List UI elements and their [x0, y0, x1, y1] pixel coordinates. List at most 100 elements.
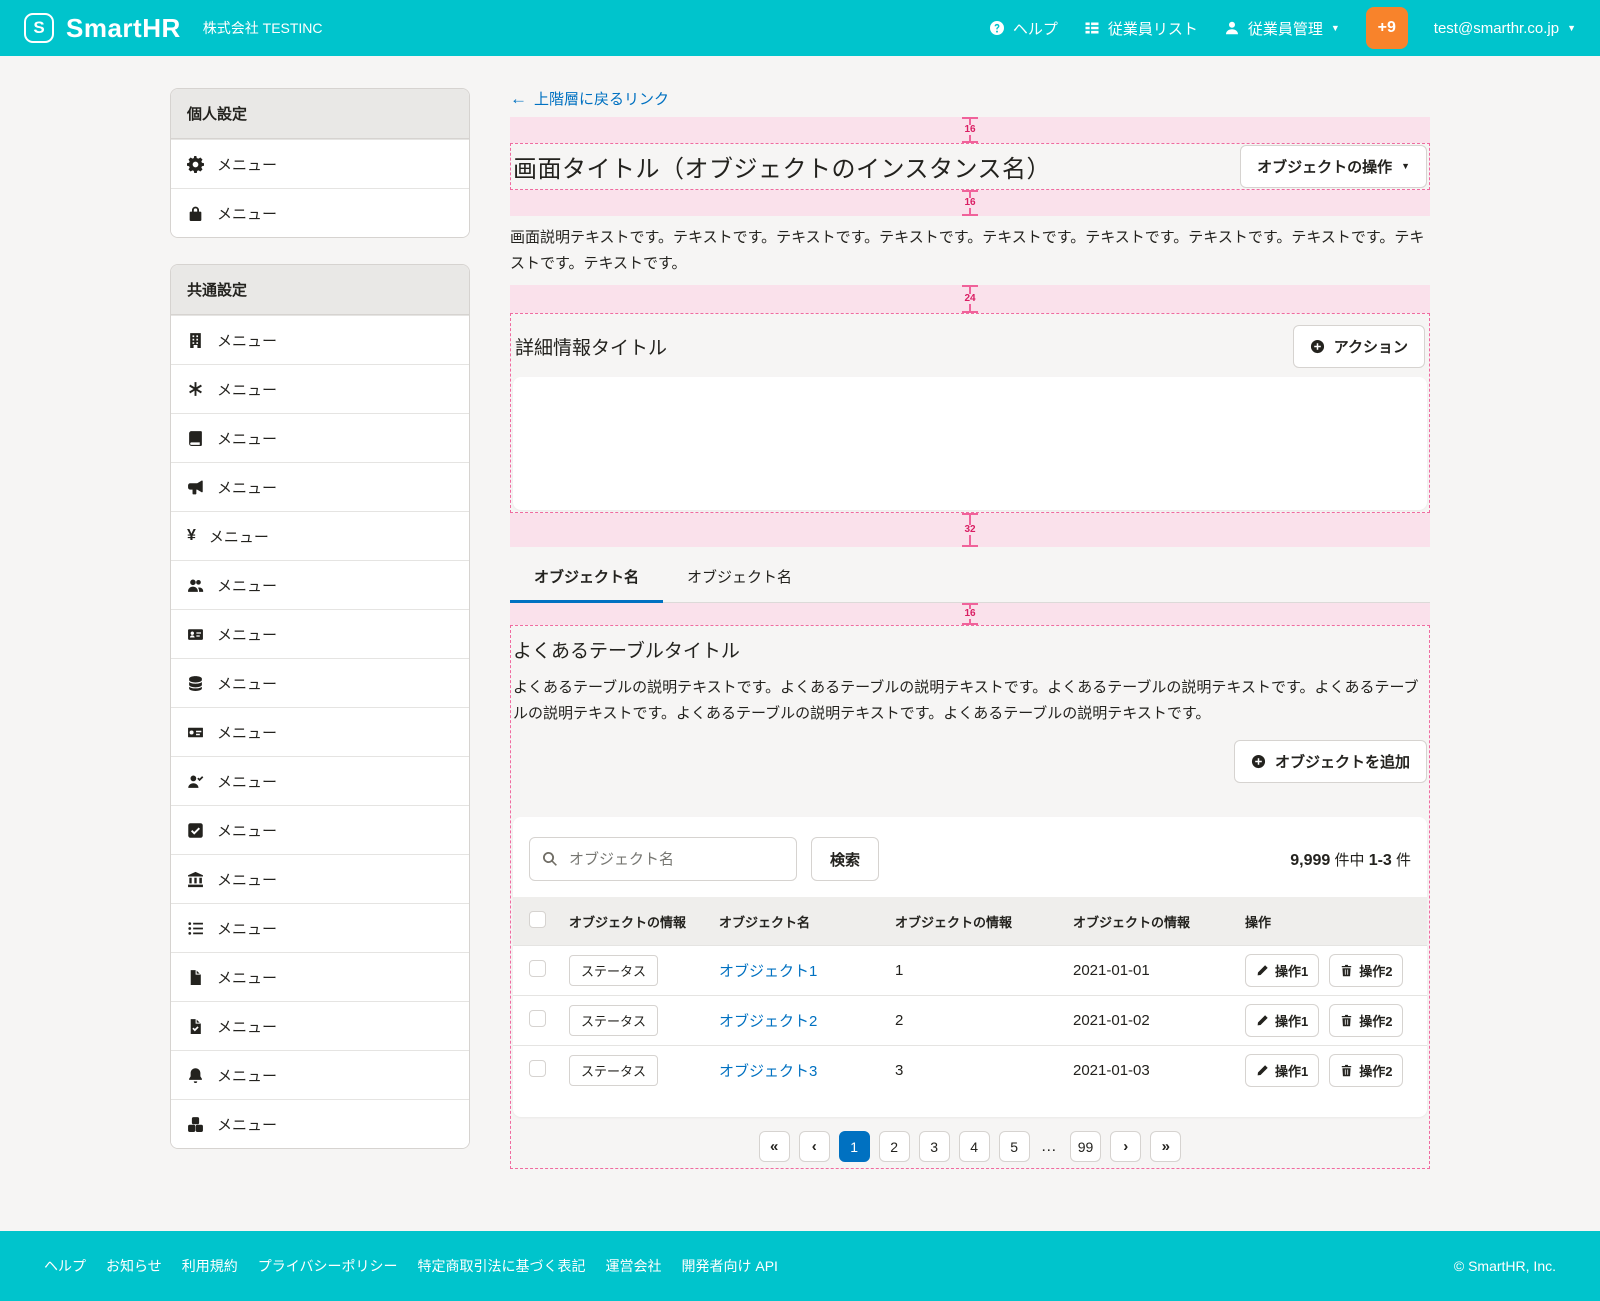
add-object-button[interactable]: オブジェクトを追加 — [1234, 740, 1427, 783]
footer-link[interactable]: ヘルプ — [44, 1256, 86, 1276]
sidebar-item-label: メニュー — [217, 1114, 277, 1135]
footer-link[interactable]: プライバシーポリシー — [258, 1256, 398, 1276]
pagination-page-4[interactable]: 4 — [959, 1131, 990, 1162]
pagination-prev-button[interactable]: ‹ — [799, 1131, 830, 1162]
footer-links: ヘルプお知らせ利用規約プライバシーポリシー特定商取引法に基づく表記運営会社開発者… — [44, 1256, 778, 1276]
object-link[interactable]: オブジェクト3 — [719, 1063, 817, 1080]
sidebar-item-menu[interactable]: メニュー — [171, 560, 469, 609]
row-actions: 操作1 操作2 — [1245, 954, 1419, 987]
person-icon — [1224, 20, 1240, 36]
nav-employee-list[interactable]: 従業員リスト — [1084, 18, 1198, 39]
object-name-cell: オブジェクト2 — [711, 996, 887, 1046]
action-button-label: 操作2 — [1359, 1011, 1392, 1030]
row-checkbox[interactable] — [529, 1060, 546, 1077]
sidebar-item-label: メニュー — [217, 203, 277, 224]
page-title: 画面タイトル（オブジェクトのインスタンス名） — [513, 149, 1051, 184]
sidebar-item-label: メニュー — [217, 918, 277, 939]
sidebar-item-menu[interactable]: メニュー — [171, 952, 469, 1001]
action-button-2[interactable]: 操作2 — [1329, 1004, 1403, 1037]
footer-link[interactable]: 開発者向け API — [681, 1256, 777, 1276]
status-badge: ステータス — [569, 1005, 658, 1036]
caret-down-icon: ▼ — [1401, 162, 1410, 171]
sidebar-item-menu[interactable]: メニュー — [171, 139, 469, 188]
select-all-header-cell — [513, 897, 561, 946]
pagination-next-button[interactable]: › — [1110, 1131, 1141, 1162]
sidebar-item-menu[interactable]: メニュー — [171, 1050, 469, 1099]
tab-object-2[interactable]: オブジェクト名 — [663, 553, 816, 602]
footer-link[interactable]: 運営会社 — [605, 1256, 661, 1276]
sidebar-item-menu[interactable]: メニュー — [171, 756, 469, 805]
detail-info-card — [513, 377, 1427, 510]
sidebar-item-menu[interactable]: メニュー — [171, 462, 469, 511]
sidebar-section-common-settings: 共通設定メニューメニューメニューメニュー¥メニューメニューメニューメニューメニュ… — [170, 264, 470, 1149]
sidebar-item-menu[interactable]: メニュー — [171, 903, 469, 952]
sidebar-item-menu[interactable]: メニュー — [171, 188, 469, 237]
account-menu[interactable]: test@smarthr.co.jp▼ — [1434, 20, 1576, 37]
tab-object-1[interactable]: オブジェクト名 — [510, 553, 663, 602]
select-all-checkbox[interactable] — [529, 911, 546, 928]
back-link[interactable]: ← 上階層に戻るリンク — [510, 88, 669, 109]
date-cell: 2021-01-01 — [1065, 946, 1237, 996]
pagination-first-button[interactable]: « — [759, 1131, 790, 1162]
object-link[interactable]: オブジェクト1 — [719, 963, 817, 980]
footer-link[interactable]: 利用規約 — [182, 1256, 238, 1276]
pagination-page-1[interactable]: 1 — [839, 1131, 870, 1162]
sidebar-item-label: メニュー — [209, 526, 269, 547]
sidebar: 個人設定メニューメニュー共通設定メニューメニューメニューメニュー¥メニューメニュ… — [170, 88, 470, 1175]
action-button-2[interactable]: 操作2 — [1329, 954, 1403, 987]
row-checkbox[interactable] — [529, 1010, 546, 1027]
yen-icon: ¥ — [187, 528, 196, 544]
footer-link[interactable]: 特定商取引法に基づく表記 — [417, 1256, 585, 1276]
action-button-label: 操作2 — [1359, 1061, 1392, 1080]
sidebar-item-menu[interactable]: メニュー — [171, 854, 469, 903]
action-button-label: 操作2 — [1359, 961, 1392, 980]
account-email: test@smarthr.co.jp — [1434, 20, 1559, 37]
sidebar-item-menu[interactable]: メニュー — [171, 1099, 469, 1148]
trash-icon — [1340, 1064, 1353, 1077]
pencil-icon — [1256, 1014, 1269, 1027]
pagination-page-2[interactable]: 2 — [879, 1131, 910, 1162]
asterisk-icon — [187, 381, 204, 398]
sidebar-item-menu[interactable]: メニュー — [171, 413, 469, 462]
product-name[interactable]: SmartHR — [66, 13, 181, 44]
sidebar-item-menu[interactable]: メニュー — [171, 658, 469, 707]
footer-link[interactable]: お知らせ — [106, 1256, 162, 1276]
action-button-1[interactable]: 操作1 — [1245, 1054, 1319, 1087]
sidebar-item-menu[interactable]: メニュー — [171, 707, 469, 756]
object-menu-button[interactable]: オブジェクトの操作 ▼ — [1240, 145, 1427, 188]
table-section: よくあるテーブルタイトル よくあるテーブルの説明テキストです。よくあるテーブルの… — [510, 625, 1430, 1169]
list-icon — [187, 920, 204, 937]
action-button-1[interactable]: 操作1 — [1245, 1004, 1319, 1037]
sidebar-item-menu[interactable]: メニュー — [171, 805, 469, 854]
sidebar-item-menu[interactable]: メニュー — [171, 315, 469, 364]
sidebar-item-menu[interactable]: ¥ メニュー — [171, 511, 469, 560]
spacing-marker: 32 — [962, 513, 978, 547]
nav-employee-admin[interactable]: 従業員管理▼ — [1224, 18, 1340, 39]
column-header: オブジェクトの情報 — [561, 897, 711, 946]
search-button[interactable]: 検索 — [811, 837, 879, 881]
landmark-icon — [187, 871, 204, 888]
sidebar-item-menu[interactable]: メニュー — [171, 609, 469, 658]
search-input[interactable] — [567, 850, 784, 869]
bell-icon — [187, 1067, 204, 1084]
object-link[interactable]: オブジェクト2 — [719, 1013, 817, 1030]
sidebar-item-label: メニュー — [217, 154, 277, 175]
action-button[interactable]: アクション — [1293, 325, 1425, 368]
smarthr-logo-icon[interactable]: S — [24, 13, 54, 43]
pagination-page-5[interactable]: 5 — [999, 1131, 1030, 1162]
plus-circle-icon — [1310, 339, 1325, 354]
sidebar-item-menu[interactable]: メニュー — [171, 364, 469, 413]
app-root: S SmartHR 株式会社 TESTINC ヘルプ従業員リスト従業員管理▼+9… — [0, 0, 1600, 1301]
row-checkbox[interactable] — [529, 960, 546, 977]
action-button-2[interactable]: 操作2 — [1329, 1054, 1403, 1087]
action-button-1[interactable]: 操作1 — [1245, 954, 1319, 987]
info-cell: 3 — [887, 1046, 1065, 1096]
sidebar-item-label: メニュー — [217, 477, 277, 498]
pagination-last-button[interactable]: » — [1150, 1131, 1181, 1162]
sidebar-item-menu[interactable]: メニュー — [171, 1001, 469, 1050]
pagination-page-3[interactable]: 3 — [919, 1131, 950, 1162]
nav-help[interactable]: ヘルプ — [989, 18, 1058, 39]
notification-badge[interactable]: +9 — [1366, 7, 1408, 49]
object-name-cell: オブジェクト3 — [711, 1046, 887, 1096]
pagination-page-99[interactable]: 99 — [1070, 1131, 1102, 1162]
